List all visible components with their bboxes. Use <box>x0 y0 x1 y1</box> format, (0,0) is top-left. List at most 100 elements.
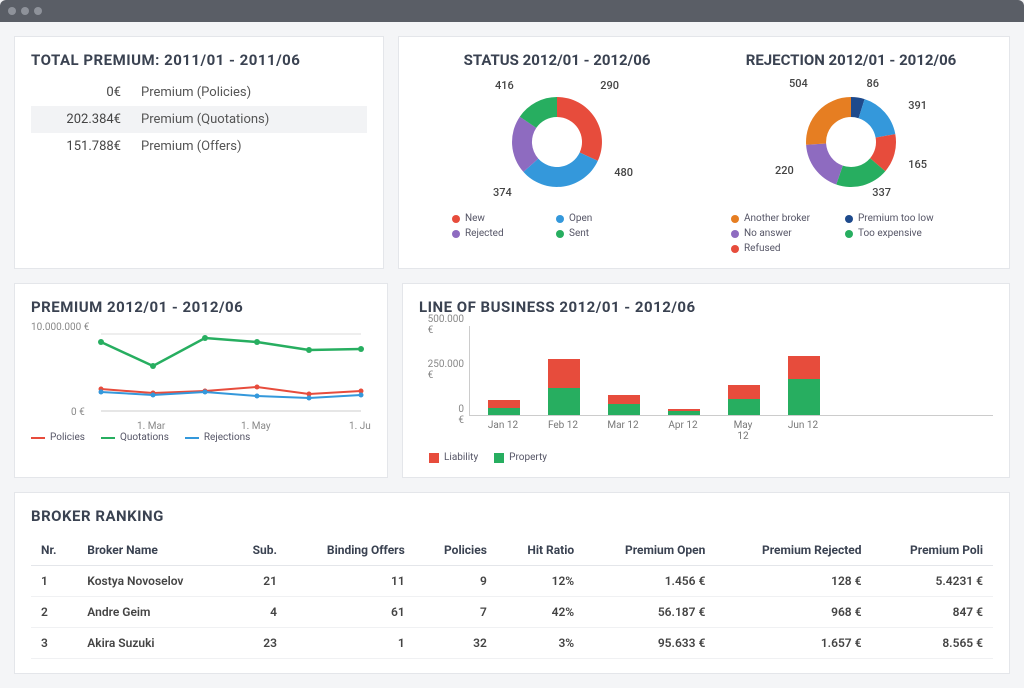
col-header[interactable]: Premium Poli <box>872 535 994 566</box>
table-cell: 95.633 € <box>584 628 715 659</box>
lob-bar-chart: 500.000 € 250.000 € 0 € Jan 12 Feb 12 Ma <box>419 326 993 442</box>
legend-item: Quotations <box>101 432 169 443</box>
donut-value: 165 <box>908 158 927 171</box>
rejection-legend: Another broker Premium too low No answer… <box>731 213 971 254</box>
table-row[interactable]: 2Andre Geim461742%56.187 €968 €847 € <box>31 597 993 628</box>
bar-seg-property <box>548 388 580 415</box>
y-axis-label: 500.000 € <box>428 314 470 336</box>
table-cell: 1 <box>31 566 77 597</box>
rejection-title: REJECTION 2012/01 - 2012/06 <box>746 51 957 69</box>
bar-seg-property <box>728 399 760 415</box>
legend-label: Premium too low <box>858 213 934 224</box>
table-cell: 12% <box>497 566 584 597</box>
col-header[interactable]: Nr. <box>31 535 77 566</box>
premium-label: Premium (Offers) <box>131 133 367 160</box>
bar-group <box>788 356 820 415</box>
dashboard-content: TOTAL PREMIUM: 2011/01 - 2011/06 0€Premi… <box>0 22 1024 688</box>
table-row[interactable]: 1Kostya Novoselov2111912%1.456 €128 €5.4… <box>31 566 993 597</box>
window-max-icon[interactable] <box>34 7 42 15</box>
table-cell: Andre Geim <box>77 597 229 628</box>
swatch-icon <box>452 230 460 238</box>
col-header[interactable]: Policies <box>415 535 497 566</box>
table-row[interactable]: 3Akira Suzuki231323%95.633 €1.657 €8.565… <box>31 628 993 659</box>
x-axis-label: Mar 12 <box>607 420 639 442</box>
window-min-icon[interactable] <box>21 7 29 15</box>
legend-item: No answer <box>731 228 831 239</box>
table-cell: 1.456 € <box>584 566 715 597</box>
swatch-icon <box>731 230 739 238</box>
x-axis-label: 1. Ju <box>349 421 371 432</box>
bar-group <box>668 409 700 415</box>
bar-seg-property <box>488 408 520 415</box>
legend-item: Sent <box>556 228 646 239</box>
app-window: TOTAL PREMIUM: 2011/01 - 2011/06 0€Premi… <box>0 0 1024 688</box>
bar-seg-liability <box>548 359 580 388</box>
donut-value: 416 <box>495 79 514 92</box>
col-header[interactable]: Sub. <box>229 535 287 566</box>
legend-item: Liability <box>429 452 478 463</box>
legend-item: Property <box>494 452 547 463</box>
legend-label: Rejections <box>204 432 250 443</box>
bar-group <box>728 385 760 415</box>
col-header[interactable]: Binding Offers <box>287 535 415 566</box>
swatch-icon <box>556 230 564 238</box>
swatch-icon <box>731 215 739 223</box>
lob-title: LINE OF BUSINESS 2012/01 - 2012/06 <box>419 298 993 316</box>
legend-label: Another broker <box>744 213 810 224</box>
premium-value: 202.384€ <box>31 106 131 133</box>
table-cell: 1.657 € <box>715 628 871 659</box>
y-axis-label: 0 € <box>71 407 85 418</box>
legend-item: Premium too low <box>845 213 945 224</box>
lob-card: LINE OF BUSINESS 2012/01 - 2012/06 500.0… <box>402 283 1010 478</box>
status-donut: 290 480 374 416 <box>477 77 637 207</box>
total-premium-title: TOTAL PREMIUM: 2011/01 - 2011/06 <box>31 51 367 69</box>
col-header[interactable]: Premium Open <box>584 535 715 566</box>
x-axis-label: Jan 12 <box>487 420 519 442</box>
col-header[interactable]: Broker Name <box>77 535 229 566</box>
x-axis-label: 1. Mar <box>137 421 165 432</box>
x-axis-label: Jun 12 <box>787 420 819 442</box>
donut-value: 504 <box>789 77 808 90</box>
total-premium-table: 0€Premium (Policies) 202.384€Premium (Qu… <box>31 79 367 160</box>
table-cell: Akira Suzuki <box>77 628 229 659</box>
window-close-icon[interactable] <box>8 7 16 15</box>
bar-group <box>488 400 520 415</box>
donut-value: 374 <box>493 186 512 199</box>
legend-label: Liability <box>444 452 478 463</box>
y-axis-label: 250.000 € <box>428 359 470 381</box>
table-cell: 4 <box>229 597 287 628</box>
y-axis-label: 10.000.000 € <box>31 322 89 333</box>
table-cell: 32 <box>415 628 497 659</box>
bar-seg-liability <box>608 395 640 404</box>
bar-group <box>548 359 580 415</box>
legend-label: Open <box>569 213 592 224</box>
table-cell: 968 € <box>715 597 871 628</box>
legend-label: Refused <box>744 243 781 254</box>
legend-label: No answer <box>744 228 792 239</box>
legend-label: Property <box>509 452 547 463</box>
table-cell: 1 <box>287 628 415 659</box>
legend-label: Sent <box>569 228 589 239</box>
bar-seg-liability <box>488 400 520 408</box>
col-header[interactable]: Premium Rejected <box>715 535 871 566</box>
table-cell: 56.187 € <box>584 597 715 628</box>
swatch-icon <box>429 453 439 463</box>
donut-charts-card: STATUS 2012/01 - 2012/06 290 480 <box>398 36 1010 269</box>
table-cell: 8.565 € <box>872 628 994 659</box>
col-header[interactable]: Hit Ratio <box>497 535 584 566</box>
table-cell: 3 <box>31 628 77 659</box>
table-cell: 42% <box>497 597 584 628</box>
legend-label: Too expensive <box>858 228 922 239</box>
lob-legend: Liability Property <box>429 452 993 463</box>
x-axis-label: Apr 12 <box>667 420 699 442</box>
legend-item: Another broker <box>731 213 831 224</box>
x-axis-label: Feb 12 <box>547 420 579 442</box>
bar-seg-liability <box>788 356 820 379</box>
broker-table: Nr. Broker Name Sub. Binding Offers Poli… <box>31 535 993 659</box>
table-cell: Kostya Novoselov <box>77 566 229 597</box>
table-cell: 23 <box>229 628 287 659</box>
donut-value: 220 <box>775 164 794 177</box>
swatch-icon <box>494 453 504 463</box>
table-cell: 3% <box>497 628 584 659</box>
premium-line-card: PREMIUM 2012/01 - 2012/06 10.000.000 € 0… <box>14 283 388 478</box>
